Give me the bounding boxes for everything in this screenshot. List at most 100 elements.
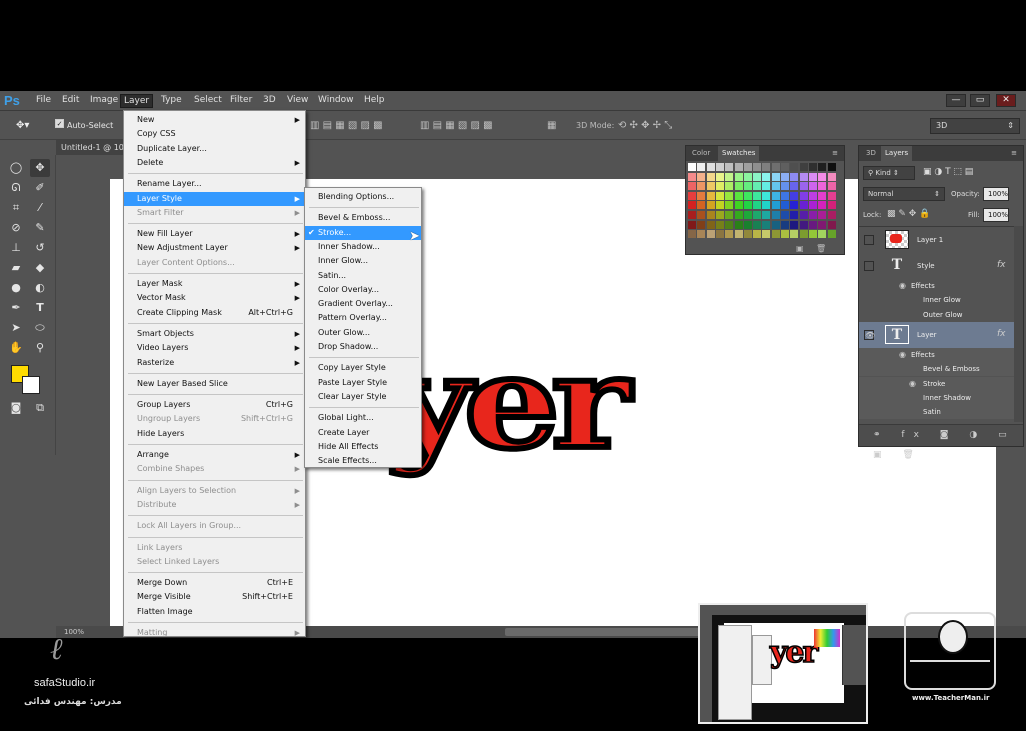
- auto-select-label[interactable]: Auto-Select: [67, 121, 113, 130]
- swatch[interactable]: [808, 191, 817, 200]
- style-menu-global-light[interactable]: Global Light...: [305, 411, 421, 425]
- menu-select[interactable]: Select: [194, 95, 222, 105]
- layer-menu-new[interactable]: New ▶: [124, 113, 305, 127]
- swatch[interactable]: [743, 230, 752, 239]
- layer-menu-new-adjustment-layer[interactable]: New Adjustment Layer ▶: [124, 241, 305, 255]
- swatch[interactable]: [827, 191, 836, 200]
- shape-tool-icon[interactable]: ⬭: [30, 319, 50, 337]
- swatch[interactable]: [762, 172, 771, 181]
- document-tab[interactable]: Untitled-1 @ 10: [56, 140, 126, 155]
- swatch[interactable]: [790, 230, 799, 239]
- layer-name[interactable]: Style: [917, 262, 935, 270]
- swatch[interactable]: [799, 191, 808, 200]
- swatch[interactable]: [771, 191, 780, 200]
- swatch[interactable]: [818, 163, 827, 171]
- layer-menu-layer-content-options[interactable]: Layer Content Options...: [124, 256, 305, 270]
- swatch[interactable]: [771, 220, 780, 229]
- layer-menu-vector-mask[interactable]: Vector Mask ▶: [124, 291, 305, 305]
- swatch[interactable]: [734, 172, 743, 181]
- blend-mode-dropdown[interactable]: Normal ⇕: [863, 187, 945, 201]
- crop-tool-icon[interactable]: ⌗: [6, 199, 26, 217]
- layer-menu-smart-filter[interactable]: Smart Filter ▶: [124, 206, 305, 220]
- swatch[interactable]: [734, 201, 743, 210]
- swatch[interactable]: [688, 172, 696, 181]
- eye-icon[interactable]: ◉: [899, 350, 906, 359]
- swatch[interactable]: [725, 201, 734, 210]
- move-tool-icon[interactable]: ✥: [30, 159, 50, 177]
- swatch[interactable]: [827, 182, 836, 191]
- visibility-eye-icon[interactable]: [864, 261, 874, 271]
- background-color-swatch[interactable]: [22, 376, 40, 394]
- style-menu-bevel-emboss[interactable]: Bevel & Emboss...: [305, 211, 421, 225]
- layer-effect-row[interactable]: ◉ Effects: [859, 279, 1014, 293]
- swatch[interactable]: [818, 182, 827, 191]
- menu-layer[interactable]: Layer: [120, 94, 154, 108]
- swatch[interactable]: [706, 220, 715, 229]
- swatch[interactable]: [808, 201, 817, 210]
- layer-name[interactable]: Layer 1: [917, 236, 943, 244]
- swatch[interactable]: [753, 172, 762, 181]
- swatch[interactable]: [706, 182, 715, 191]
- swatch[interactable]: [753, 230, 762, 239]
- menu-type[interactable]: Type: [161, 95, 182, 105]
- swatch[interactable]: [771, 182, 780, 191]
- layer-menu-merge-visible[interactable]: Merge Visible Shift+Ctrl+E: [124, 590, 305, 604]
- swatch[interactable]: [715, 220, 724, 229]
- swatch[interactable]: [725, 163, 734, 171]
- swatch[interactable]: [734, 211, 743, 219]
- swatch[interactable]: [725, 220, 734, 229]
- swatch[interactable]: [827, 201, 836, 210]
- swatch[interactable]: [808, 230, 817, 239]
- swatch[interactable]: [743, 172, 752, 181]
- swatch[interactable]: [688, 191, 696, 200]
- visibility-eye-icon[interactable]: [864, 235, 874, 245]
- layer-row[interactable]: 👁 T Layer fx: [859, 321, 1014, 348]
- menu-filter[interactable]: Filter: [230, 95, 252, 105]
- horizontal-scrollbar[interactable]: [505, 628, 705, 636]
- swatch[interactable]: [790, 163, 799, 171]
- swatch[interactable]: [734, 163, 743, 171]
- style-menu-pattern-overlay[interactable]: Pattern Overlay...: [305, 311, 421, 325]
- swatch[interactable]: [818, 201, 827, 210]
- layer-menu-arrange[interactable]: Arrange ▶: [124, 448, 305, 462]
- layer-effect-row[interactable]: ◉ Effects: [859, 347, 1014, 363]
- swatch[interactable]: [715, 201, 724, 210]
- move-tool-icon[interactable]: ✥▾: [16, 120, 29, 131]
- eyedropper-tool-icon[interactable]: ⁄: [30, 199, 50, 217]
- style-menu-copy-layer-style[interactable]: Copy Layer Style: [305, 361, 421, 375]
- eye-icon[interactable]: ◉: [909, 379, 916, 388]
- swatch[interactable]: [706, 191, 715, 200]
- swatch[interactable]: [688, 220, 696, 229]
- swatch[interactable]: [762, 191, 771, 200]
- style-menu-scale-effects[interactable]: Scale Effects...: [305, 454, 421, 468]
- swatch[interactable]: [697, 211, 706, 219]
- swatch[interactable]: [753, 163, 762, 171]
- swatch[interactable]: [753, 201, 762, 210]
- layer-menu-distribute[interactable]: Distribute ▶: [124, 498, 305, 512]
- layer-menu-matting[interactable]: Matting ▶: [124, 626, 305, 640]
- swatch[interactable]: [697, 201, 706, 210]
- new-swatch-icon[interactable]: ▣: [796, 244, 804, 253]
- swatch[interactable]: [799, 172, 808, 181]
- swatch[interactable]: [743, 163, 752, 171]
- screen-mode-icon[interactable]: ⧉: [30, 399, 50, 417]
- layer-menu-group-layers[interactable]: Group Layers Ctrl+G: [124, 398, 305, 412]
- 3d-mode-icons[interactable]: ⟲ ✣ ✥ ✢ ⤡: [618, 120, 672, 131]
- layer-menu-hide-layers[interactable]: Hide Layers: [124, 427, 305, 441]
- swatch[interactable]: [799, 201, 808, 210]
- lock-icons[interactable]: ▩ ✎ ✥ 🔒: [887, 209, 930, 219]
- swatch[interactable]: [799, 220, 808, 229]
- swatch[interactable]: [790, 191, 799, 200]
- stamp-tool-icon[interactable]: ⊥: [6, 239, 26, 257]
- layer-menu-combine-shapes[interactable]: Combine Shapes ▶: [124, 462, 305, 476]
- swatch[interactable]: [799, 182, 808, 191]
- zoom-tool-icon[interactable]: ⚲: [30, 339, 50, 357]
- swatch[interactable]: [827, 211, 836, 219]
- panel-menu-icon[interactable]: ≡: [1007, 146, 1021, 161]
- swatch[interactable]: [781, 172, 789, 181]
- style-menu-satin[interactable]: Satin...: [305, 269, 421, 283]
- swatch[interactable]: [753, 211, 762, 219]
- layer-menu-merge-down[interactable]: Merge Down Ctrl+E: [124, 576, 305, 590]
- layer-menu-duplicate-layer[interactable]: Duplicate Layer...: [124, 142, 305, 156]
- layer-menu-select-linked-layers[interactable]: Select Linked Layers: [124, 555, 305, 569]
